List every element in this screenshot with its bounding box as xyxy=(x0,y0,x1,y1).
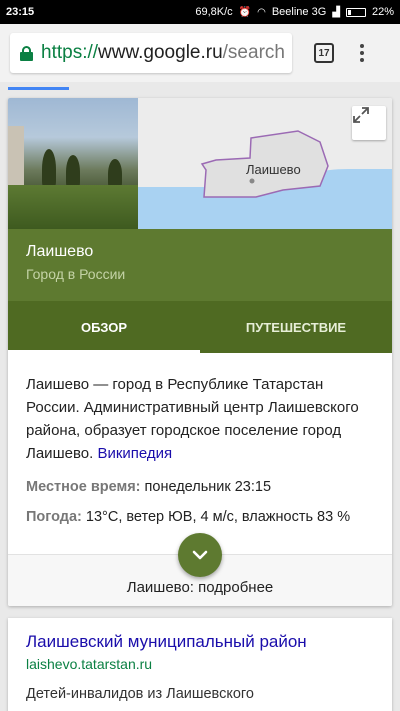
battery-icon xyxy=(345,7,366,17)
fact-value: понедельник 23:15 xyxy=(144,479,272,495)
chevron-down-icon xyxy=(192,550,208,560)
panel-header: Лаишево Город в России xyxy=(8,229,392,301)
result-url: laishevo.tatarstan.ru xyxy=(26,656,153,672)
url-path: /search xyxy=(222,42,285,63)
fact-local-time: Местное время: понедельник 23:15 xyxy=(8,479,392,495)
fact-weather: Погода: 13°C, ветер ЮВ, 4 м/с, влажность… xyxy=(8,509,392,525)
tab-travel[interactable]: ПУТЕШЕСТВИЕ xyxy=(200,301,392,353)
tab-switcher-button[interactable]: 17 xyxy=(314,43,334,63)
url-text: https://www.google.ru/search xyxy=(41,42,285,64)
wifi-icon: ◠ xyxy=(257,6,266,18)
fact-key: Местное время: xyxy=(26,479,141,495)
map-city-label: Лаишево xyxy=(246,162,301,177)
panel-description: Лаишево — город в Республике Татарстан Р… xyxy=(8,353,392,465)
browser-toolbar: https://www.google.ru/search 17 xyxy=(0,24,400,82)
wikipedia-link[interactable]: Википедия xyxy=(97,445,172,462)
alarm-icon: ⏰ xyxy=(238,6,252,18)
panel-title: Лаишево xyxy=(26,243,94,260)
network-speed: 69,8K/с xyxy=(195,6,233,18)
signal-icon: ▟ xyxy=(332,6,340,18)
url-scheme: https:// xyxy=(41,42,99,63)
search-result: Лаишевский муниципальный район laishevo.… xyxy=(8,618,392,711)
status-time: 23:15 xyxy=(6,6,35,18)
panel-subtitle: Город в России xyxy=(26,266,126,282)
city-photo[interactable] xyxy=(8,98,138,229)
expand-panel-button[interactable] xyxy=(178,533,222,577)
lock-icon xyxy=(20,45,33,61)
battery-percent: 22% xyxy=(371,6,394,18)
status-right: 69,8K/с ⏰ ◠ Beeline 3G ▟ 22% xyxy=(195,6,394,18)
knowledge-panel: Лаишево Лаишево Город в России ОБЗОР ПУТ… xyxy=(8,98,392,606)
more-details-label: Лаишево: подробнее xyxy=(126,579,274,596)
more-menu-icon[interactable] xyxy=(360,44,364,62)
map-thumbnail[interactable]: Лаишево xyxy=(138,98,392,229)
tab-overview[interactable]: ОБЗОР xyxy=(8,301,200,353)
carrier-label: Beeline 3G xyxy=(271,6,327,18)
panel-hero: Лаишево xyxy=(8,98,392,229)
fullscreen-map-button[interactable] xyxy=(352,106,386,140)
panel-tabs: ОБЗОР ПУТЕШЕСТВИЕ xyxy=(8,301,392,353)
fact-value: 13°C, ветер ЮВ, 4 м/с, влажность 83 % xyxy=(85,509,351,525)
url-host: www.google.ru xyxy=(98,42,223,63)
url-bar[interactable]: https://www.google.ru/search xyxy=(10,33,292,73)
status-bar: 23:15 69,8K/с ⏰ ◠ Beeline 3G ▟ 22% xyxy=(0,0,400,24)
result-title-link[interactable]: Лаишевский муниципальный район xyxy=(26,632,374,652)
expand-icon xyxy=(353,107,369,123)
page-progress-indicator xyxy=(8,87,69,90)
description-text: Лаишево — город в Республике Татарстан Р… xyxy=(26,376,359,462)
result-snippet: Детей-инвалидов из Лаишевского xyxy=(26,686,254,702)
fact-key: Погода: xyxy=(26,509,82,525)
